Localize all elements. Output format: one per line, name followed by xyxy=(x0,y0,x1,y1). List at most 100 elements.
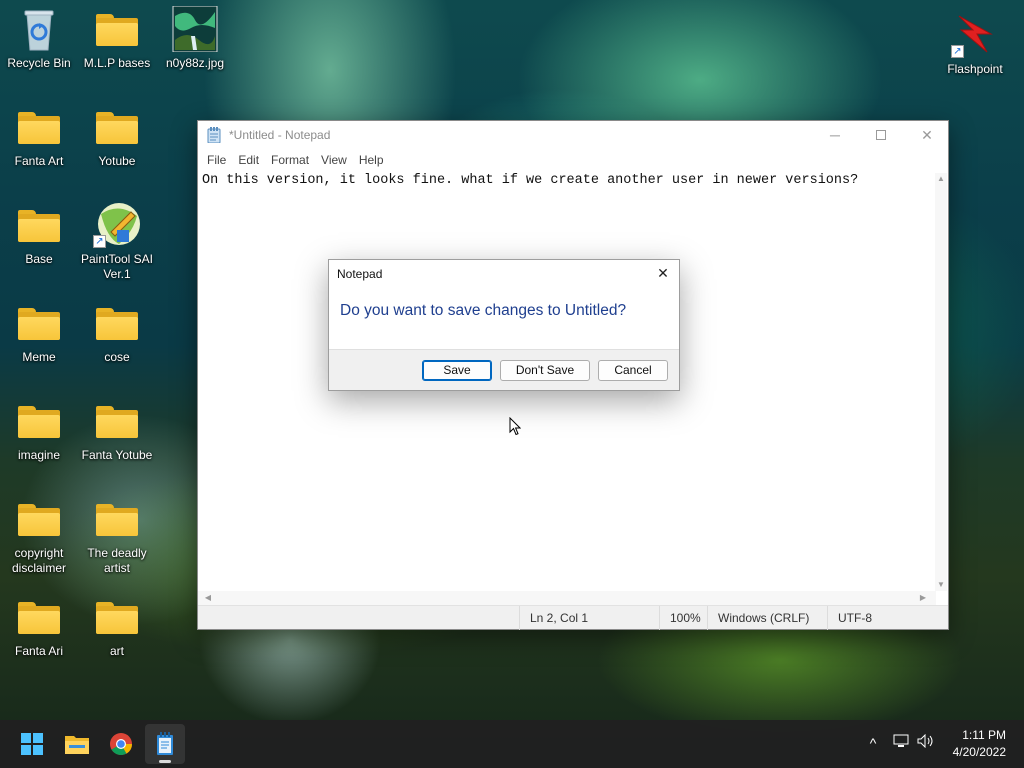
chrome-icon xyxy=(110,733,132,755)
flashpoint-icon: ↗ xyxy=(951,12,999,58)
menu-help[interactable]: Help xyxy=(353,153,390,167)
desktop-icon-label: The deadly artist xyxy=(87,546,147,575)
menu-format[interactable]: Format xyxy=(265,153,315,167)
desktop-icon-label: Recycle Bin xyxy=(7,56,71,70)
desktop-icon-label: M.L.P bases xyxy=(83,56,151,70)
folder-icon xyxy=(93,104,141,150)
menu-view[interactable]: View xyxy=(315,153,353,167)
folder-icon xyxy=(93,594,141,640)
desktop-icon-label: imagine xyxy=(17,448,61,462)
desktop-icon-label: Yotube xyxy=(98,154,136,168)
notepad-titlebar[interactable]: *Untitled - Notepad ─ ✕ xyxy=(198,121,948,149)
desktop-icon-label: Flashpoint xyxy=(947,62,1003,76)
folder-icon xyxy=(15,202,63,248)
desktop-icon-mlp-bases[interactable]: M.L.P bases xyxy=(78,6,156,71)
desktop-icon-recycle-bin[interactable]: Recycle Bin xyxy=(0,6,78,71)
shortcut-arrow-icon: ↗ xyxy=(951,45,964,58)
close-icon: ✕ xyxy=(657,265,669,281)
desktop-icon-fanta-ari[interactable]: Fanta Ari xyxy=(0,594,78,659)
taskbar: ^ 1:11 PM 4/20/2022 xyxy=(0,720,1024,768)
taskbar-chrome[interactable] xyxy=(101,724,141,764)
desktop-icon-label: Fanta Ari xyxy=(14,644,64,658)
window-title: *Untitled - Notepad xyxy=(229,128,331,142)
painttool-sai-icon: ↗ xyxy=(93,202,141,248)
dialog-message: Do you want to save changes to Untitled? xyxy=(340,302,627,319)
desktop-icon-cose[interactable]: cose xyxy=(78,300,156,365)
notepad-icon xyxy=(157,732,173,755)
taskbar-clock[interactable]: 1:11 PM 4/20/2022 xyxy=(936,727,1006,761)
save-button[interactable]: Save xyxy=(422,360,492,381)
close-icon: ✕ xyxy=(921,126,933,143)
scroll-up-icon[interactable]: ▲ xyxy=(935,173,947,185)
vertical-scrollbar[interactable]: ▲ ▼ xyxy=(935,173,947,591)
desktop-icon-flashpoint[interactable]: ↗ Flashpoint xyxy=(936,12,1014,77)
scroll-down-icon[interactable]: ▼ xyxy=(935,579,947,591)
show-hidden-icons-chevron-up-icon[interactable]: ^ xyxy=(863,734,883,752)
desktop-icon-label: PaintTool SAI Ver.1 xyxy=(80,252,154,281)
desktop-icon-label: art xyxy=(109,644,124,658)
status-line-ending: Windows (CRLF) xyxy=(707,606,828,630)
desktop-icon-painttool-sai[interactable]: ↗ PaintTool SAI Ver.1 xyxy=(78,202,156,282)
start-button[interactable] xyxy=(12,724,52,764)
folder-icon xyxy=(15,594,63,640)
minimize-button[interactable]: ─ xyxy=(812,121,858,149)
status-encoding: UTF-8 xyxy=(827,606,948,630)
maximize-button[interactable] xyxy=(858,121,904,149)
desktop-icon-label: Fanta Art xyxy=(14,154,64,168)
menu-bar: File Edit Format View Help xyxy=(198,149,948,171)
folder-icon xyxy=(15,104,63,150)
clock-time: 1:11 PM xyxy=(962,728,1006,742)
folder-icon xyxy=(93,398,141,444)
close-button[interactable]: ✕ xyxy=(904,121,950,149)
folder-icon xyxy=(93,496,141,542)
windows-logo-icon xyxy=(21,733,43,755)
desktop-icon-fanta-art[interactable]: Fanta Art xyxy=(0,104,78,169)
mouse-pointer-icon xyxy=(509,416,522,436)
file-explorer-icon xyxy=(65,736,89,754)
desktop-icon-label: n0y88z.jpg xyxy=(165,56,225,70)
desktop-icon-label: copyright disclaimer xyxy=(11,546,66,575)
recycle-bin-icon xyxy=(15,6,63,52)
folder-icon xyxy=(15,398,63,444)
taskbar-notepad[interactable] xyxy=(145,724,185,764)
scroll-right-icon[interactable]: ▶ xyxy=(916,591,930,605)
folder-icon xyxy=(15,496,63,542)
status-position: Ln 2, Col 1 xyxy=(519,606,659,630)
desktop-icon-fanta-yotube[interactable]: Fanta Yotube xyxy=(78,398,156,463)
save-changes-dialog: Notepad ✕ Do you want to save changes to… xyxy=(328,259,680,391)
horizontal-scrollbar[interactable]: ◀ ▶ xyxy=(198,591,936,605)
desktop-icon-the-deadly-artist[interactable]: The deadly artist xyxy=(78,496,156,576)
notepad-icon xyxy=(207,127,221,144)
folder-icon xyxy=(93,300,141,346)
taskbar-file-explorer[interactable] xyxy=(57,724,97,764)
folder-icon xyxy=(93,6,141,52)
desktop-icon-art[interactable]: art xyxy=(78,594,156,659)
dont-save-button[interactable]: Don't Save xyxy=(500,360,590,381)
clock-date: 4/20/2022 xyxy=(952,745,1006,759)
menu-file[interactable]: File xyxy=(201,153,232,167)
desktop-icon-imagine[interactable]: imagine xyxy=(0,398,78,463)
status-bar: Ln 2, Col 1 100% Windows (CRLF) UTF-8 xyxy=(198,605,948,630)
desktop-icon-label: Meme xyxy=(22,350,56,364)
desktop-icon-label: cose xyxy=(104,350,130,364)
menu-edit[interactable]: Edit xyxy=(232,153,265,167)
volume-icon[interactable] xyxy=(916,733,936,752)
desktop-icon-copyright-disclaimer[interactable]: copyright disclaimer xyxy=(0,496,78,576)
cancel-button[interactable]: Cancel xyxy=(598,360,668,381)
desktop-icon-base[interactable]: Base xyxy=(0,202,78,267)
minimize-icon: ─ xyxy=(830,127,840,143)
dialog-footer: Save Don't Save Cancel xyxy=(329,349,679,390)
maximize-icon xyxy=(876,130,886,140)
dialog-close-button[interactable]: ✕ xyxy=(653,263,673,283)
scroll-left-icon[interactable]: ◀ xyxy=(201,591,215,605)
dialog-title: Notepad xyxy=(337,267,383,281)
image-thumbnail-icon xyxy=(171,5,219,53)
shortcut-arrow-icon: ↗ xyxy=(93,235,106,248)
desktop-icon-yotube[interactable]: Yotube xyxy=(78,104,156,169)
network-icon[interactable] xyxy=(891,734,911,752)
desktop-icon-image-file[interactable]: n0y88z.jpg xyxy=(156,5,234,71)
desktop-icon-meme[interactable]: Meme xyxy=(0,300,78,365)
desktop-icon-label: Fanta Yotube xyxy=(81,448,153,462)
folder-icon xyxy=(15,300,63,346)
desktop-icon-label: Base xyxy=(25,252,53,266)
